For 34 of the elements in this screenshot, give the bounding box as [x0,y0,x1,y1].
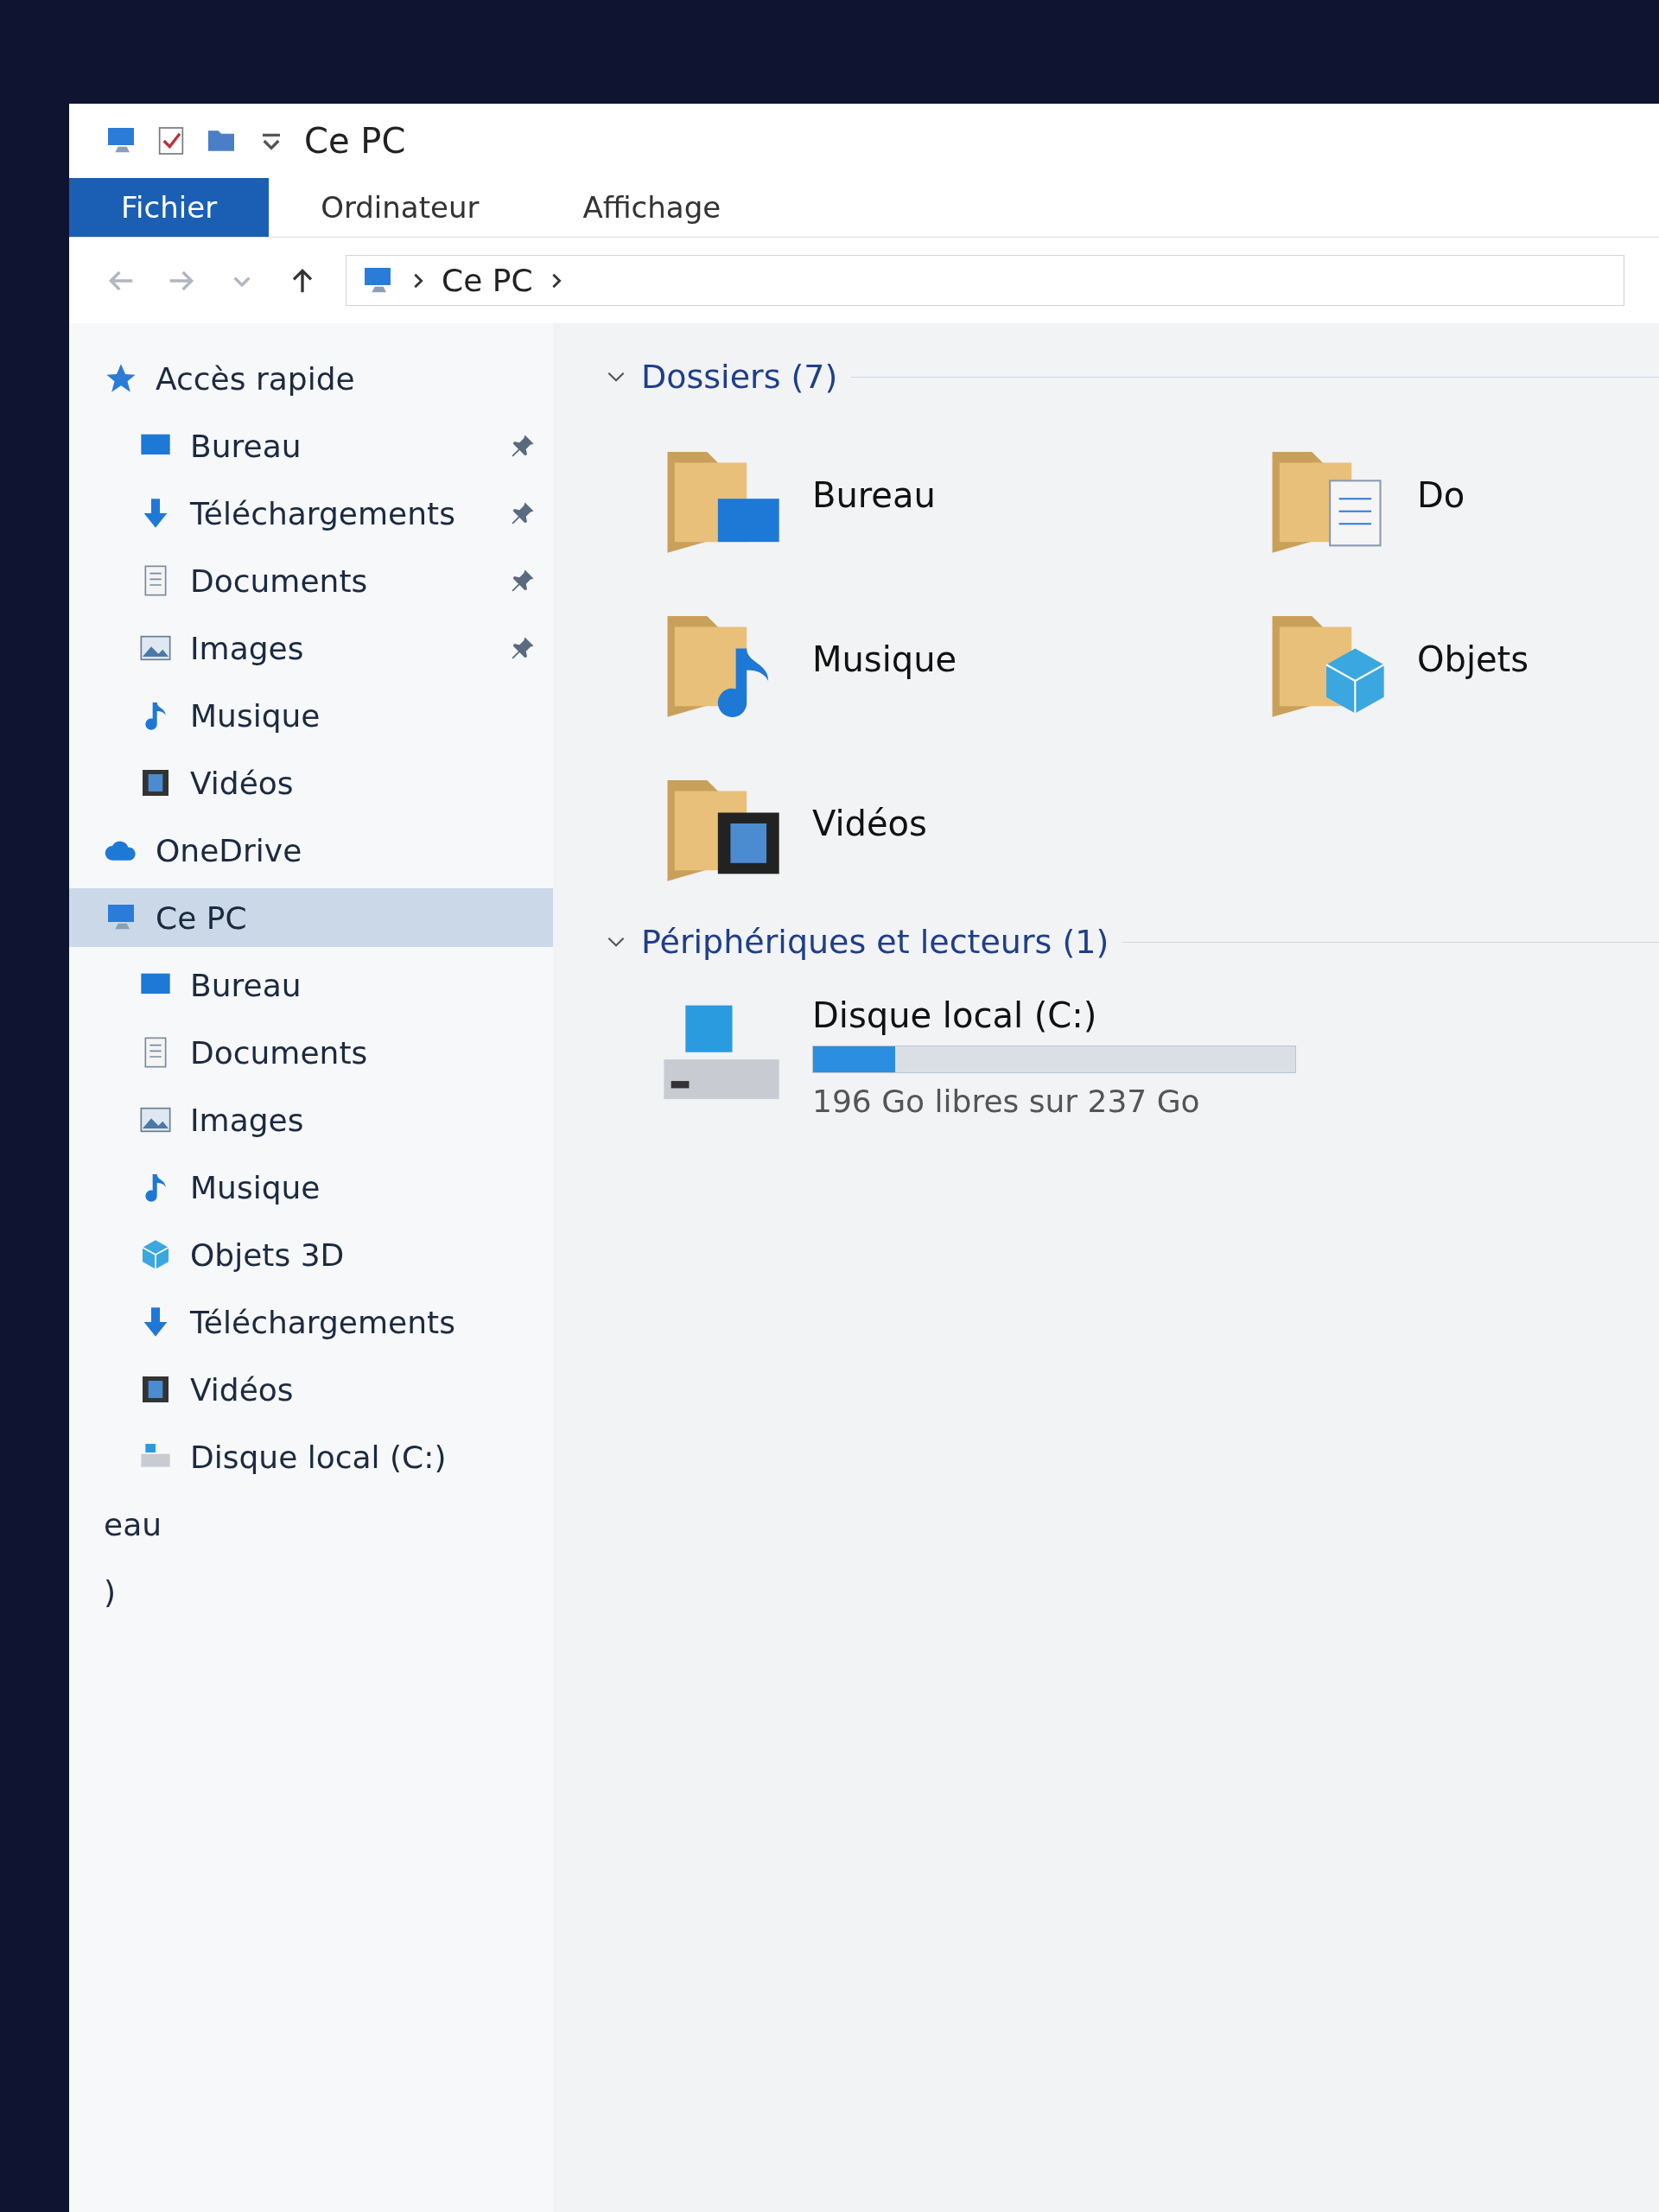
nav-item[interactable]: Musique [69,1158,553,1217]
nav-item[interactable]: ) [69,1562,553,1621]
group-heading: Dossiers (7) [641,358,838,396]
drive-label[interactable]: Disque local (C:) [812,995,1296,1035]
nav-item[interactable]: Vidéos [69,1360,553,1419]
breadcrumb[interactable]: Ce PC [442,263,533,298]
folder-label[interactable]: Do [1417,475,1465,515]
window-title: Ce PC [304,121,406,161]
nav-item[interactable]: Bureau [69,956,553,1014]
nav-item[interactable]: Objets 3D [69,1225,553,1284]
folder-label[interactable]: Vidéos [812,804,927,843]
group-heading: Périphériques et lecteurs (1) [641,923,1109,961]
folder-label[interactable]: Musique [812,639,957,679]
nav-item[interactable]: Images [69,619,553,677]
nav-item[interactable]: Téléchargements [69,484,553,543]
address-bar[interactable]: Ce PC [346,255,1624,306]
folder-label[interactable]: Bureau [812,475,936,515]
folder-label[interactable]: Objets [1417,639,1529,679]
nav-item[interactable]: Vidéos [69,753,553,812]
nav-item[interactable]: Ce PC [69,888,553,947]
ribbon-tab[interactable]: Affichage [531,178,773,237]
nav-item[interactable]: Images [69,1090,553,1149]
nav-item[interactable]: Téléchargements [69,1293,553,1351]
nav-item[interactable]: Disque local (C:) [69,1427,553,1486]
nav-item[interactable]: Documents [69,1023,553,1082]
nav-item[interactable]: Bureau [69,416,553,475]
nav-item[interactable]: eau [69,1495,553,1554]
nav-item[interactable]: OneDrive [69,821,553,880]
nav-item[interactable]: Musique [69,686,553,745]
ribbon-tab[interactable]: Ordinateur [269,178,531,237]
ribbon-tab[interactable]: Fichier [69,178,270,237]
nav-item[interactable]: Documents [69,551,553,610]
nav-item[interactable]: Accès rapide [69,349,553,408]
free-space-text: 196 Go libres sur 237 Go [812,1084,1201,1119]
